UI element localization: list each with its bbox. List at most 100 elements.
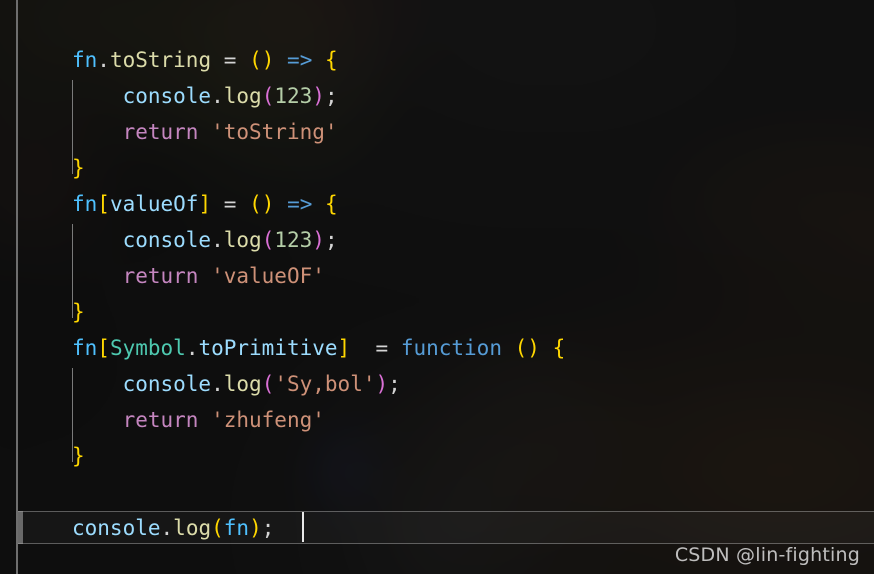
code-line[interactable]: } [72, 294, 85, 330]
code-line[interactable]: console.log(123); [72, 78, 338, 114]
indent-guide [72, 80, 73, 174]
code-token: fn [72, 192, 98, 216]
code-token: ( [261, 372, 275, 396]
code-token: 'valueOF' [211, 264, 325, 288]
code-area[interactable]: fn.toString = () => { console.log(123); … [0, 0, 874, 574]
code-token: ; [388, 372, 401, 396]
code-token: { [325, 48, 338, 72]
code-token: console [122, 372, 212, 396]
code-token: ( [261, 84, 275, 108]
code-token: { [552, 336, 566, 360]
code-line[interactable]: console.log('Sy,bol'); [72, 366, 401, 402]
code-token: 123 [274, 228, 313, 252]
code-token: . [97, 48, 110, 72]
code-line[interactable]: fn[Symbol.toPrimitive] = function () { [72, 330, 565, 366]
code-token: log [223, 228, 262, 252]
code-token: fn [72, 336, 98, 360]
code-token: fn [223, 516, 250, 540]
code-token: ] [337, 336, 351, 360]
code-line[interactable]: fn.toString = () => { [72, 42, 338, 78]
code-token: ) [249, 516, 262, 540]
code-line[interactable]: return 'valueOF' [72, 258, 325, 294]
code-token: fn [72, 48, 98, 72]
code-token: } [72, 156, 85, 180]
code-editor-screenshot: fn.toString = () => { console.log(123); … [0, 0, 874, 574]
code-line[interactable]: } [72, 150, 85, 186]
code-token: . [211, 372, 224, 396]
code-line[interactable]: fn[valueOf] = () => { [72, 186, 338, 222]
code-token: 123 [274, 84, 313, 108]
code-token: toString [109, 48, 212, 72]
code-token: return [122, 120, 199, 144]
code-token: ) [312, 228, 325, 252]
code-token: { [325, 192, 338, 216]
code-line[interactable]: console.log(fn); [72, 510, 274, 546]
code-token: . [211, 84, 224, 108]
code-token: ) [261, 192, 275, 216]
code-token: [ [97, 192, 110, 216]
code-token: ) [312, 84, 325, 108]
code-token: . [211, 228, 224, 252]
code-line[interactable]: return 'zhufeng' [72, 402, 325, 438]
indent-guide [72, 368, 73, 462]
code-token: ; [324, 84, 338, 108]
code-token: ( [249, 192, 262, 216]
code-line[interactable]: } [72, 438, 85, 474]
code-token: console [122, 228, 212, 252]
code-token: => [287, 48, 313, 72]
code-token: . [160, 516, 174, 540]
code-token: ; [261, 516, 275, 540]
code-line[interactable]: console.log(123); [72, 222, 338, 258]
code-token: return [122, 408, 199, 432]
code-line[interactable] [72, 474, 85, 510]
code-token: = [223, 48, 237, 72]
code-token: . [185, 336, 199, 360]
code-token: log [223, 84, 262, 108]
csdn-watermark: CSDN @lin-fighting [674, 544, 860, 566]
code-token: ( [249, 48, 262, 72]
indent-guide [72, 224, 73, 318]
code-token: ( [261, 228, 275, 252]
code-token: toPrimitive [198, 336, 338, 360]
code-token: console [72, 516, 161, 540]
code-token: console [122, 84, 212, 108]
code-token: Symbol [109, 336, 186, 360]
code-token: ) [375, 372, 389, 396]
code-token: ] [198, 192, 212, 216]
code-token: = [375, 336, 389, 360]
code-token: ) [261, 48, 275, 72]
code-token: log [223, 372, 262, 396]
code-token: [ [97, 336, 110, 360]
code-token: => [287, 192, 313, 216]
code-token: ; [324, 228, 338, 252]
code-token: } [72, 300, 85, 324]
code-token: 'Sy,bol' [274, 372, 376, 396]
code-line[interactable]: return 'toString' [72, 114, 338, 150]
code-token: function [400, 336, 502, 360]
code-token: return [122, 264, 199, 288]
code-token: log [173, 516, 212, 540]
code-token: 'toString' [211, 120, 338, 144]
code-token: ( [514, 336, 528, 360]
code-token: 'zhufeng' [211, 408, 325, 432]
